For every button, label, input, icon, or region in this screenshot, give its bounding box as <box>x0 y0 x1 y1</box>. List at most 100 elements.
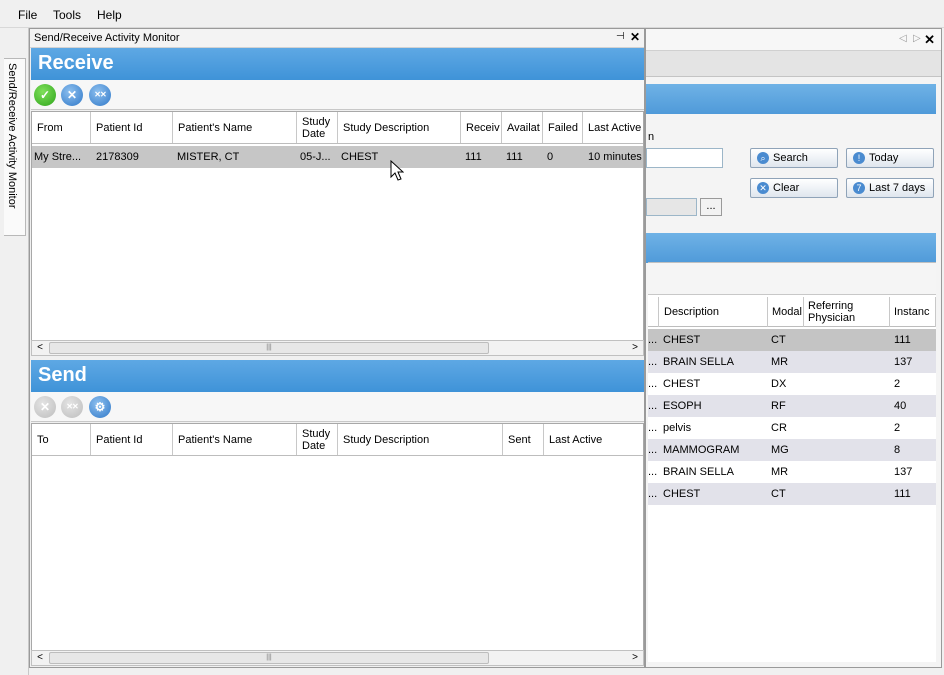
column-header-partial[interactable] <box>648 297 659 327</box>
cell-last-active: 10 minutes a <box>588 151 643 163</box>
last-7-days-button[interactable]: 7 Last 7 days <box>846 178 934 198</box>
menu-tools[interactable]: Tools <box>53 8 81 22</box>
table-row[interactable]: ... CHEST DX 2 <box>648 373 936 395</box>
cell-description: CHEST <box>663 378 701 390</box>
column-header-available[interactable]: Availat <box>502 112 543 143</box>
table-row[interactable]: ... BRAIN SELLA MR 137 <box>648 351 936 373</box>
today-button[interactable]: ! Today <box>846 148 934 168</box>
column-header-study-description[interactable]: Study Description <box>338 112 461 143</box>
column-header-to[interactable]: To <box>32 424 91 455</box>
cell-received: 111 <box>465 151 482 163</box>
cell-study-description: CHEST <box>341 151 379 163</box>
column-header-patient-id[interactable]: Patient Id <box>91 424 173 455</box>
receive-grid: From Patient Id Patient's Name Study Dat… <box>31 111 644 343</box>
table-row[interactable]: ... CHEST CT 111 <box>648 329 936 351</box>
column-header-last-active[interactable]: Last Active <box>544 424 643 455</box>
cell-lead: ... <box>648 466 658 478</box>
send-horizontal-scrollbar[interactable]: < ||| > <box>31 650 644 666</box>
cancel-all-icon[interactable]: ✕✕ <box>61 396 83 418</box>
cancel-icon[interactable]: ✕ <box>34 396 56 418</box>
column-header-sent[interactable]: Sent <box>503 424 544 455</box>
clear-button[interactable]: ✕ Clear <box>750 178 838 198</box>
cell-description: MAMMOGRAM <box>663 444 740 456</box>
search-header-band <box>646 84 936 114</box>
column-header-modality[interactable]: Modal <box>768 297 804 327</box>
search-text-input[interactable] <box>646 148 723 168</box>
column-header-received[interactable]: Receiv <box>461 112 502 143</box>
table-row[interactable]: ... BRAIN SELLA MR 137 <box>648 461 936 483</box>
column-header-description[interactable]: Description <box>660 297 768 327</box>
cell-description: BRAIN SELLA <box>663 356 734 368</box>
cell-modality: MR <box>771 356 789 368</box>
column-header-referring-physician[interactable]: Referring Physician <box>804 297 890 327</box>
scroll-right-icon[interactable]: > <box>627 341 643 355</box>
receive-row[interactable]: My Stre... 2178309 MISTER, CT 05-J... CH… <box>32 146 643 168</box>
scroll-left-icon[interactable]: < <box>32 341 48 355</box>
cell-lead: ... <box>648 444 658 456</box>
cell-lead: ... <box>648 356 658 368</box>
search-button[interactable]: ⌕ Search <box>750 148 838 168</box>
cancel-icon[interactable]: ✕ <box>61 84 83 106</box>
pin-icon[interactable]: ⊣ <box>616 31 625 42</box>
date-picker-button[interactable]: ... <box>700 198 722 216</box>
scroll-thumb[interactable]: ||| <box>49 342 489 354</box>
nav-right-icon[interactable]: ▷ <box>913 33 921 44</box>
search-icon: ⌕ <box>757 152 769 164</box>
cell-lead: ... <box>648 378 658 390</box>
table-row[interactable]: ... CHEST CT 111 <box>648 483 936 505</box>
menu-help[interactable]: Help <box>97 8 122 22</box>
cell-modality: DX <box>771 378 787 390</box>
send-grid: To Patient Id Patient's Name Study Date … <box>31 423 644 651</box>
column-header-instances[interactable]: Instanc <box>890 297 936 327</box>
column-header-study-date[interactable]: Study Date <box>297 424 338 455</box>
column-header-last-active[interactable]: Last Active <box>583 112 643 143</box>
cell-instances: 111 <box>894 488 911 500</box>
table-row[interactable]: ... pelvis CR 2 <box>648 417 936 439</box>
cell-modality: CR <box>771 422 787 434</box>
send-toolbar: ✕ ✕✕ ⚙ <box>31 392 644 422</box>
side-dock-strip: Send/Receive Activity Monitor <box>0 28 29 675</box>
cell-modality: CT <box>771 334 786 346</box>
menu-file[interactable]: File <box>18 8 37 22</box>
column-header-from[interactable]: From <box>32 112 91 143</box>
cell-failed: 0 <box>547 151 554 163</box>
nav-left-icon[interactable]: ◁ <box>899 33 907 44</box>
receive-toolbar: ✓ ✕ ✕✕ <box>31 80 644 110</box>
settings-gear-icon[interactable]: ⚙ <box>89 396 111 418</box>
send-column-headers: To Patient Id Patient's Name Study Date … <box>32 424 643 456</box>
column-header-study-description[interactable]: Study Description <box>338 424 503 455</box>
column-header-study-date[interactable]: Study Date <box>297 112 338 143</box>
scroll-left-icon[interactable]: < <box>32 651 48 665</box>
cell-lead: ... <box>648 422 658 434</box>
column-header-patient-name[interactable]: Patient's Name <box>173 424 297 455</box>
send-header: Send <box>31 360 644 392</box>
close-icon[interactable]: ✕ <box>924 32 935 48</box>
mouse-cursor-icon <box>390 160 404 181</box>
table-row[interactable]: ... ESOPH RF 40 <box>648 395 936 417</box>
cell-instances: 2 <box>894 378 901 390</box>
side-tab-activity-monitor[interactable]: Send/Receive Activity Monitor <box>4 58 26 236</box>
scroll-thumb[interactable]: ||| <box>49 652 489 664</box>
cancel-all-icon[interactable]: ✕✕ <box>89 84 111 106</box>
cell-study-date: 05-J... <box>300 151 331 163</box>
results-column-headers: Description Modal Referring Physician In… <box>648 297 936 327</box>
cell-description: ESOPH <box>663 400 702 412</box>
column-header-failed[interactable]: Failed <box>543 112 583 143</box>
info-icon: ! <box>853 152 865 164</box>
cell-patient-name: MISTER, CT <box>177 151 240 163</box>
monitor-titlebar: Send/Receive Activity Monitor ⊣ ✕ <box>30 29 644 48</box>
accept-icon[interactable]: ✓ <box>34 84 56 106</box>
column-header-patient-name[interactable]: Patient's Name <box>173 112 297 143</box>
calendar-icon: 7 <box>853 182 865 194</box>
search-field-label: n <box>648 131 655 143</box>
scroll-right-icon[interactable]: > <box>627 651 643 665</box>
table-row[interactable]: ... MAMMOGRAM MG 8 <box>648 439 936 461</box>
cell-instances: 40 <box>894 400 907 412</box>
column-header-patient-id[interactable]: Patient Id <box>91 112 173 143</box>
cell-instances: 137 <box>894 356 913 368</box>
receive-horizontal-scrollbar[interactable]: < ||| > <box>31 340 644 356</box>
clear-icon: ✕ <box>757 182 769 194</box>
cell-lead: ... <box>648 334 658 346</box>
date-range-input[interactable] <box>646 198 697 216</box>
close-icon[interactable]: ✕ <box>630 30 640 44</box>
